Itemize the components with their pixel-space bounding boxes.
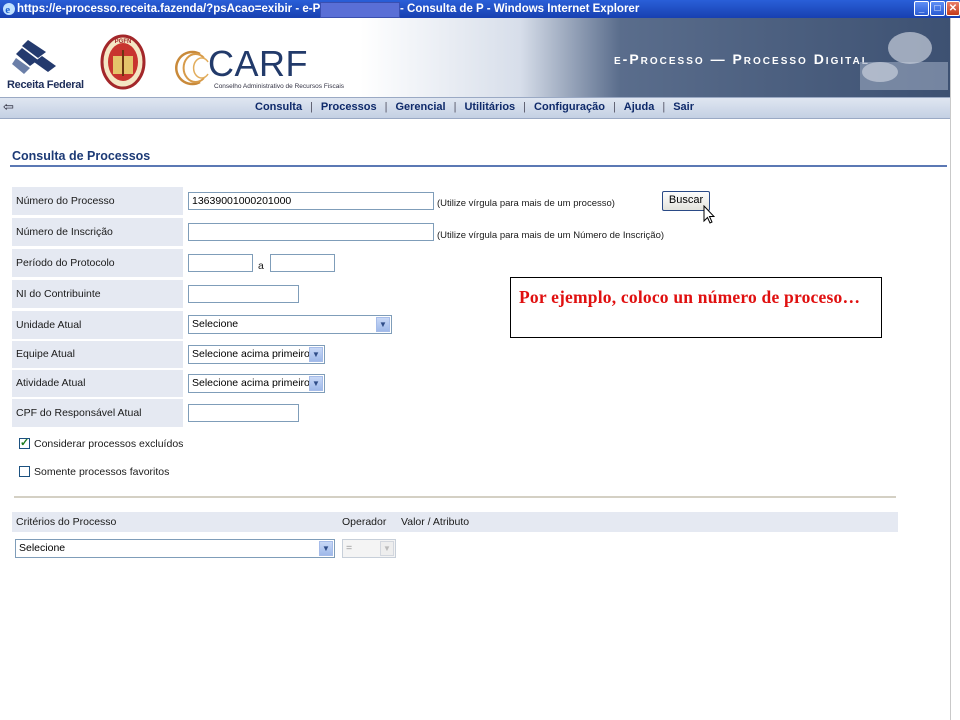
nav-item-utilitarios[interactable]: Utilitários xyxy=(456,101,523,113)
nav-menu: Consulta | Processos | Gerencial | Utilitários… xyxy=(247,101,702,113)
back-arrow-icon[interactable]: ⇦ xyxy=(3,100,14,114)
carf-subtitle: Conselho Administrativo de Recursos Fisc… xyxy=(214,83,345,90)
chevron-down-icon[interactable]: ▼ xyxy=(309,347,323,362)
chevron-down-icon[interactable]: ▼ xyxy=(319,541,333,556)
col-valor-atributo: Valor / Atributo xyxy=(401,516,470,528)
equipe-atual-select[interactable]: Selecione acima primeiro ▼ xyxy=(188,345,325,364)
periodo-fim-input[interactable] xyxy=(270,254,335,272)
eprocesso-banner-title: e-Processo — Processo Digital xyxy=(614,51,870,67)
window-title-right: - Consulta de P - Windows Internet Explo… xyxy=(400,3,640,15)
receita-federal-logo-icon xyxy=(12,40,56,74)
main-navigation: ⇦ Consulta | Processos | Gerencial | Utilitári… xyxy=(0,97,950,119)
ni-contribuinte-input[interactable] xyxy=(188,285,299,303)
close-button[interactable]: ✕ xyxy=(946,1,960,16)
numero-processo-hint: (Utilize vírgula para mais de um process… xyxy=(437,198,615,209)
label-numero-processo: Número do Processo xyxy=(12,187,183,215)
col-criterios-processo: Critérios do Processo xyxy=(16,516,117,528)
atividade-atual-value: Selecione acima primeiro xyxy=(192,377,310,389)
pgfn-seal-icon: PGFN xyxy=(100,34,146,90)
cpf-responsavel-input[interactable] xyxy=(188,404,299,422)
label-unidade-atual: Unidade Atual xyxy=(12,311,183,339)
label-periodo-protocolo: Período do Protocolo xyxy=(12,249,183,277)
nav-item-ajuda[interactable]: Ajuda xyxy=(616,101,663,113)
periodo-separator: a xyxy=(258,260,264,272)
criteria-header-row: Critérios do Processo Operador Valor / A… xyxy=(12,512,898,532)
nav-item-consulta[interactable]: Consulta xyxy=(247,101,310,113)
criterio-processo-value: Selecione xyxy=(19,542,66,554)
maximize-button[interactable]: □ xyxy=(930,1,945,16)
considerar-excluidos-label: Considerar processos excluídos xyxy=(34,438,184,450)
window-title-left: https://e-processo.receita.fazenda/?psAc… xyxy=(17,3,372,15)
minimize-button[interactable]: _ xyxy=(914,1,929,16)
nav-item-sair[interactable]: Sair xyxy=(665,101,702,113)
label-cpf-responsavel: CPF do Responsável Atual xyxy=(12,399,183,427)
label-numero-inscricao: Número de Inscrição xyxy=(12,218,183,246)
label-equipe-atual: Equipe Atual xyxy=(12,341,183,368)
somente-favoritos-label: Somente processos favoritos xyxy=(34,466,170,478)
internet-explorer-icon: e xyxy=(3,3,15,16)
periodo-inicio-input[interactable] xyxy=(188,254,253,272)
numero-inscricao-hint: (Utilize vírgula para mais de um Número … xyxy=(437,230,665,241)
receita-federal-label: Receita Federal xyxy=(7,79,84,91)
redacted-block xyxy=(320,2,400,18)
operador-select: = ▼ xyxy=(342,539,396,558)
unidade-atual-select[interactable]: Selecione ▼ xyxy=(188,315,392,334)
col-operador: Operador xyxy=(342,516,387,528)
considerar-excluidos-checkbox[interactable]: ✓ xyxy=(19,437,30,449)
numero-processo-input[interactable] xyxy=(188,192,434,210)
label-atividade-atual: Atividade Atual xyxy=(12,370,183,397)
annotation-callout: Por ejemplo, coloco un número de proceso… xyxy=(510,277,882,338)
header-banner: Receita Federal PGFN CARF Conselho Admin… xyxy=(0,18,950,97)
nav-item-processos[interactable]: Processos xyxy=(313,101,385,113)
carf-logo-text: CARF xyxy=(208,43,308,84)
pgfn-label: PGFN xyxy=(115,39,132,45)
page-title: Consulta de Processos xyxy=(12,149,151,163)
criterio-processo-select[interactable]: Selecione ▼ xyxy=(15,539,335,558)
unidade-atual-value: Selecione xyxy=(192,318,239,330)
hands-keyboard-decoration-icon xyxy=(860,32,948,90)
nav-item-configuracao[interactable]: Configuração xyxy=(526,101,613,113)
svg-text:e: e xyxy=(5,4,10,16)
chevron-down-icon[interactable]: ▼ xyxy=(376,317,390,332)
atividade-atual-select[interactable]: Selecione acima primeiro ▼ xyxy=(188,374,325,393)
window-title-bar: e https://e-processo.receita.fazenda/?ps… xyxy=(0,0,960,18)
mouse-cursor-icon xyxy=(703,205,715,224)
section-divider xyxy=(14,496,896,498)
equipe-atual-value: Selecione acima primeiro xyxy=(192,348,310,360)
somente-favoritos-checkbox[interactable] xyxy=(19,466,30,477)
operador-value: = xyxy=(346,542,353,554)
nav-item-gerencial[interactable]: Gerencial xyxy=(387,101,453,113)
numero-inscricao-input[interactable] xyxy=(188,223,434,241)
title-underline xyxy=(10,165,947,167)
checkmark-icon: ✓ xyxy=(20,437,30,449)
carf-swirl-icon xyxy=(175,50,209,86)
chevron-down-icon: ▼ xyxy=(380,541,394,556)
chevron-down-icon[interactable]: ▼ xyxy=(309,376,323,391)
vertical-scrollbar[interactable] xyxy=(950,18,960,720)
label-ni-contribuinte: NI do Contribuinte xyxy=(12,280,183,308)
